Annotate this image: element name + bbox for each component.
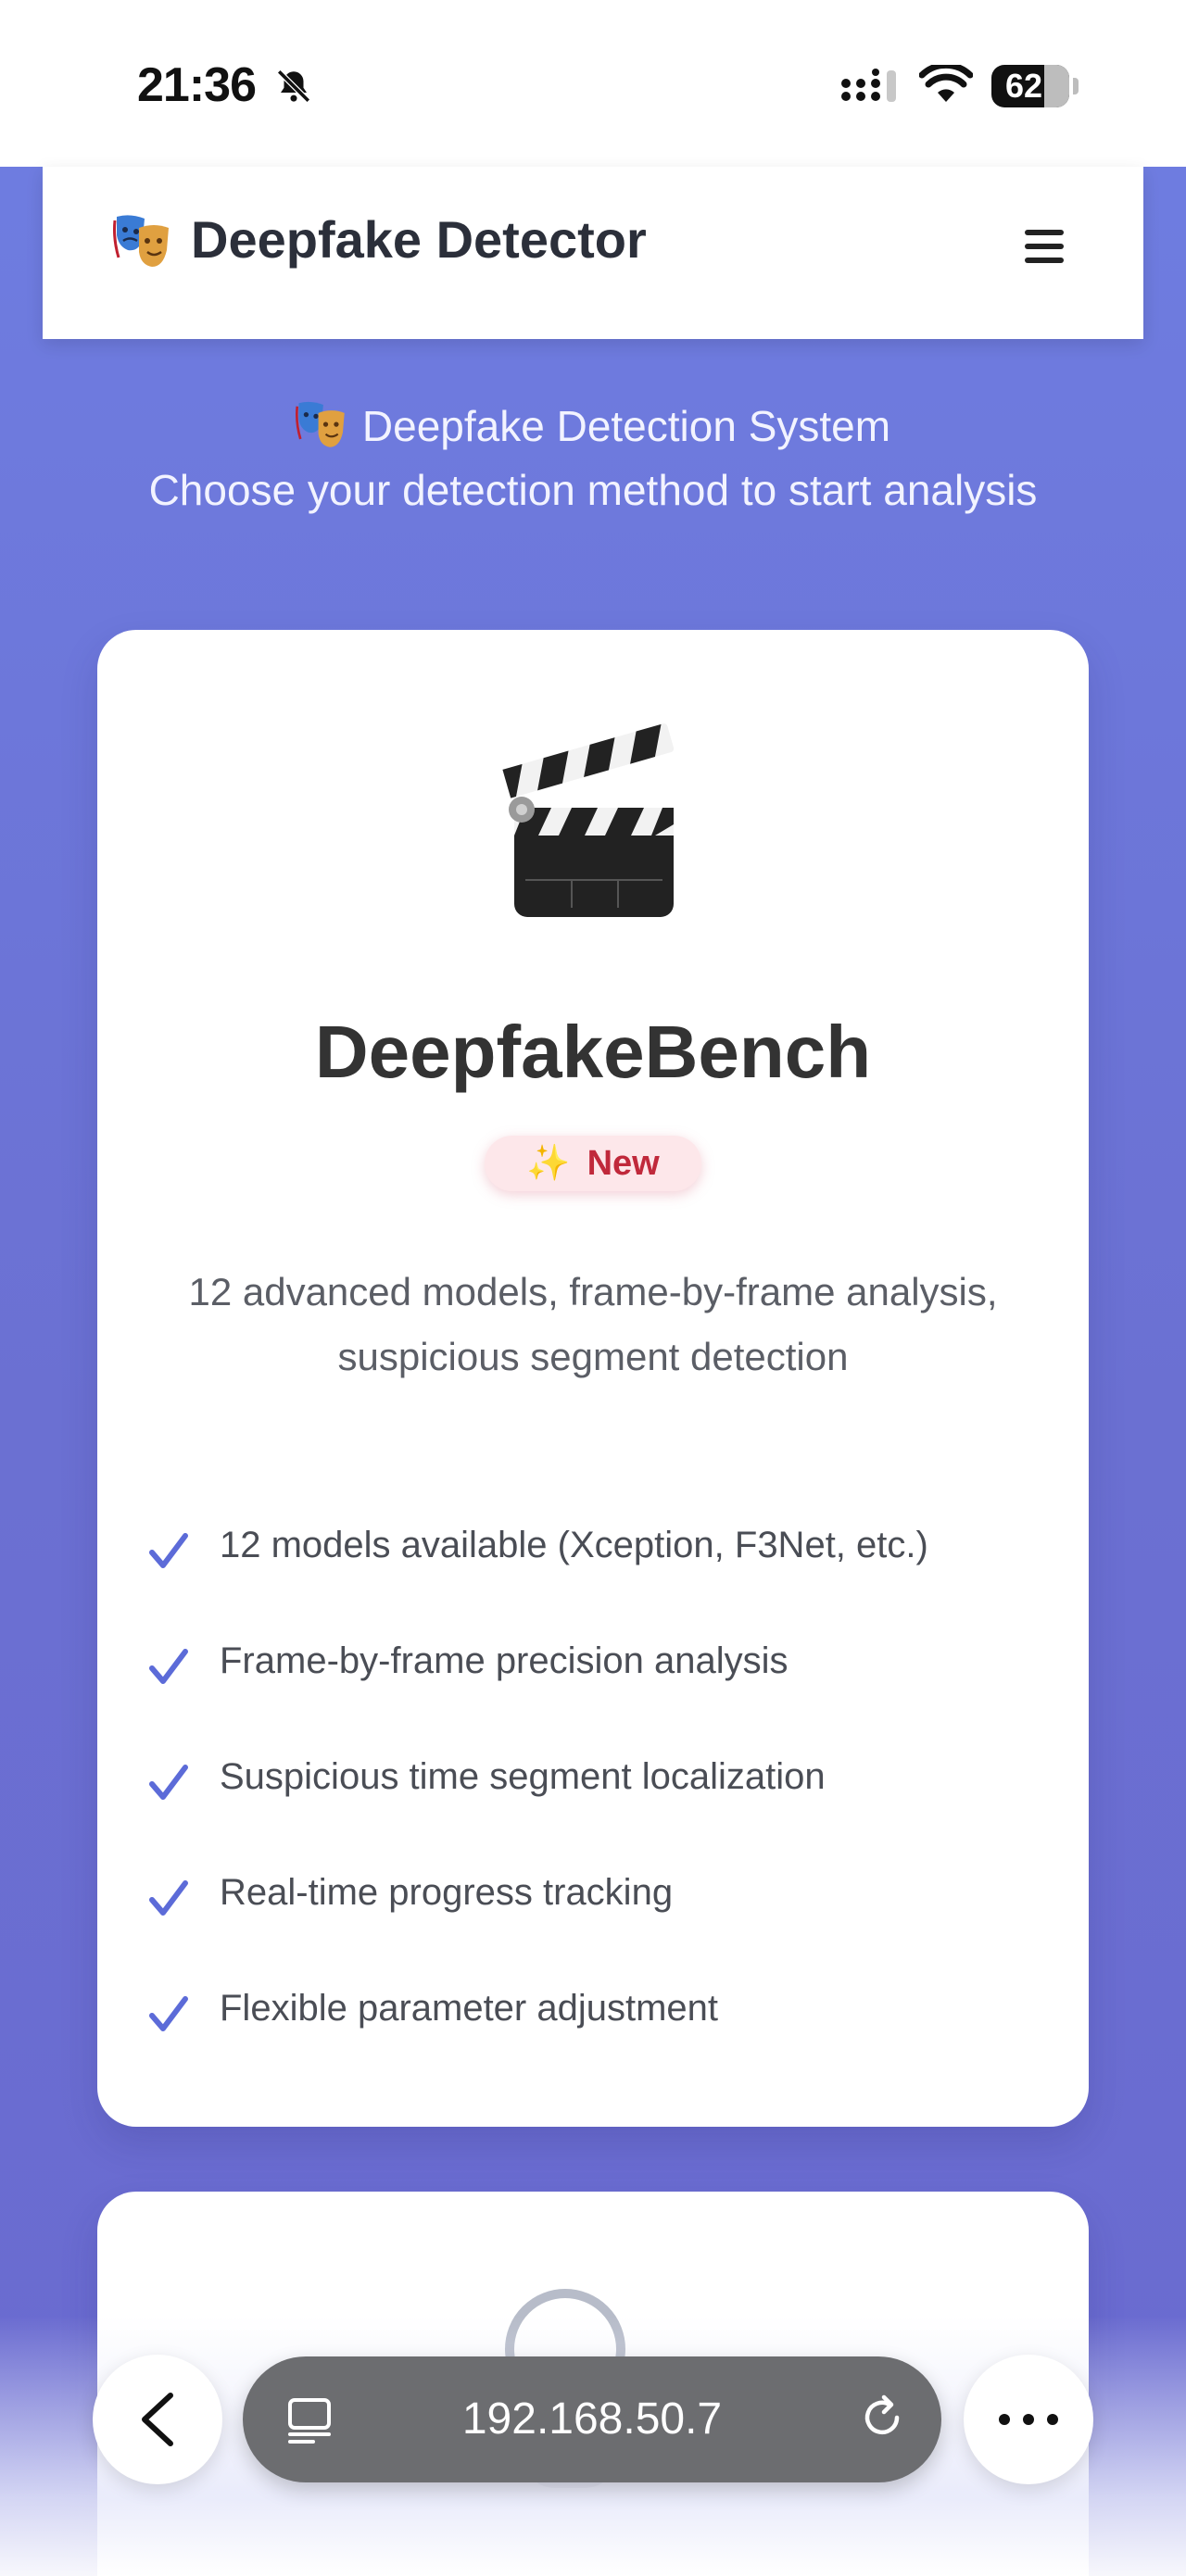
bell-off-icon bbox=[277, 69, 310, 103]
battery-level: 62 bbox=[1004, 67, 1043, 105]
status-bar: 21:36 62 bbox=[0, 0, 1186, 167]
theater-masks-icon bbox=[295, 401, 345, 447]
status-time: 21:36 bbox=[137, 58, 257, 112]
checkmark-icon bbox=[149, 1996, 188, 2031]
checkmark-icon bbox=[149, 1765, 188, 1800]
checkmark-icon bbox=[149, 1880, 188, 1916]
battery-icon: 62 bbox=[991, 65, 1069, 107]
theater-masks-icon bbox=[113, 215, 169, 267]
feature-list: 12 models available (Xception, F3Net, et… bbox=[148, 1519, 1038, 2098]
battery-cap bbox=[1073, 78, 1079, 94]
page: 21:36 62 Deepfake Detector Deepfake Dete… bbox=[0, 0, 1186, 2576]
brand-title[interactable]: Deepfake Detector bbox=[191, 209, 647, 270]
hero-subtitle: Choose your detection method to start an… bbox=[148, 466, 1038, 514]
wifi-icon bbox=[919, 65, 973, 102]
feature-text: Real-time progress tracking bbox=[220, 1872, 674, 1913]
checkmark-icon bbox=[149, 1533, 188, 1568]
method-card-deepfakebench[interactable]: DeepfakeBench ✨ New 12 advanced models, … bbox=[97, 630, 1089, 2127]
cellular-signal-icon bbox=[841, 69, 896, 102]
feature-item: Real-time progress tracking bbox=[148, 1866, 1038, 1982]
card-title: DeepfakeBench bbox=[314, 1011, 872, 1093]
badge-label: New bbox=[587, 1143, 660, 1183]
feature-text: 12 models available (Xception, F3Net, et… bbox=[220, 1525, 928, 1565]
hero-title-text: Deepfake Detection System bbox=[361, 402, 891, 450]
more-options-icon[interactable] bbox=[964, 2355, 1093, 2484]
feature-text: Frame-by-frame precision analysis bbox=[220, 1640, 789, 1681]
feature-item: 12 models available (Xception, F3Net, et… bbox=[148, 1519, 1038, 1635]
url-text[interactable]: 192.168.50.7 bbox=[243, 2394, 941, 2444]
reload-icon[interactable] bbox=[856, 2392, 908, 2444]
new-badge: ✨ New bbox=[485, 1136, 701, 1191]
feature-text: Flexible parameter adjustment bbox=[220, 1988, 719, 2029]
sparkles-icon: ✨ bbox=[526, 1144, 571, 1183]
card-description: 12 advanced models, frame-by-frame analy… bbox=[188, 1270, 998, 1378]
clapper-board-icon bbox=[502, 723, 675, 917]
navbar: Deepfake Detector bbox=[43, 167, 1143, 339]
feature-item: Suspicious time segment localization bbox=[148, 1751, 1038, 1866]
feature-item: Frame-by-frame precision analysis bbox=[148, 1635, 1038, 1751]
address-bar[interactable]: 192.168.50.7 bbox=[243, 2356, 941, 2482]
feature-text: Suspicious time segment localization bbox=[220, 1756, 826, 1797]
hamburger-menu-icon[interactable] bbox=[1025, 226, 1069, 267]
hero-title: Deepfake Detection System bbox=[0, 398, 1186, 452]
feature-item: Flexible parameter adjustment bbox=[148, 1982, 1038, 2098]
back-button[interactable] bbox=[93, 2355, 222, 2484]
checkmark-icon bbox=[149, 1649, 188, 1684]
chevron-left-icon bbox=[142, 2393, 173, 2446]
